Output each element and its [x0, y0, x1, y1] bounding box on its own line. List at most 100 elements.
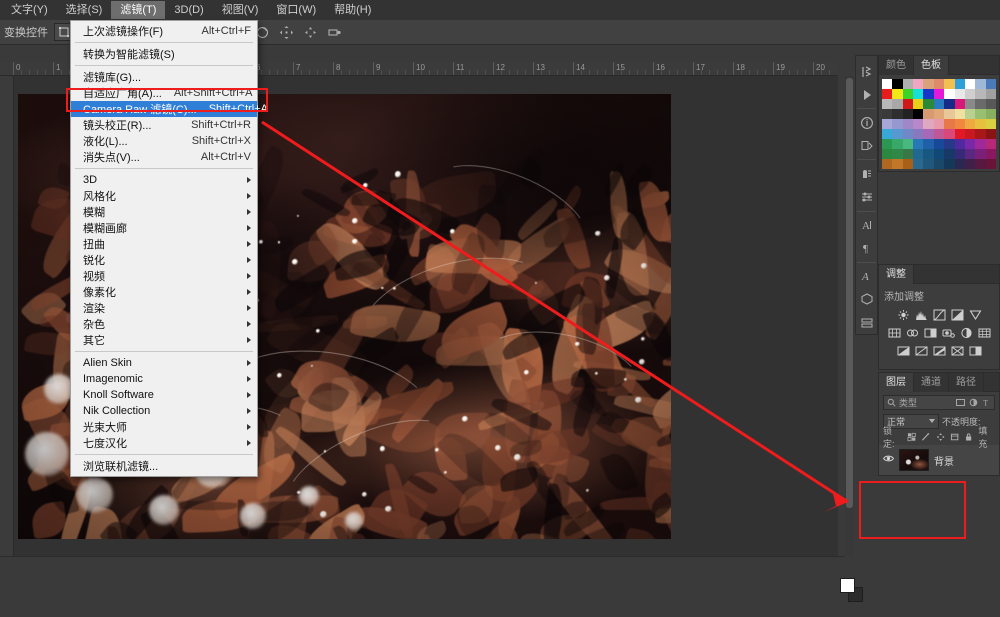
- color-swatch[interactable]: [944, 139, 955, 149]
- filter-pixel-icon[interactable]: [956, 398, 965, 407]
- color-swatch[interactable]: [954, 119, 965, 129]
- filter-adjustment-icon[interactable]: [969, 398, 978, 407]
- filter-menu-item-2-5[interactable]: 消失点(V)... Alt+Ctrl+V: [71, 149, 257, 165]
- color-swatch[interactable]: [964, 119, 976, 129]
- lock-all-icon[interactable]: [964, 432, 973, 442]
- filter-menu-item-3-8[interactable]: 渲染: [71, 300, 257, 316]
- color-swatch[interactable]: [882, 149, 893, 159]
- color-swatch[interactable]: [975, 159, 986, 169]
- color-swatch[interactable]: [954, 159, 965, 169]
- color-swatch[interactable]: [944, 159, 955, 169]
- color-swatch[interactable]: [933, 99, 945, 109]
- scale-3d-icon[interactable]: [327, 25, 342, 40]
- color-swatch[interactable]: [892, 139, 903, 149]
- adjustments-icon[interactable]: [856, 162, 877, 185]
- vibrance-icon[interactable]: [968, 308, 982, 321]
- curves-icon[interactable]: [932, 308, 946, 321]
- actions-play-icon[interactable]: [856, 83, 877, 106]
- color-swatch[interactable]: [964, 149, 976, 159]
- color-swatch[interactable]: [964, 89, 976, 99]
- color-swatch[interactable]: [933, 139, 945, 149]
- libraries-icon[interactable]: [856, 134, 877, 157]
- color-swatch[interactable]: [985, 139, 996, 149]
- filter-menu-item-5-0[interactable]: 浏览联机滤镜...: [71, 458, 257, 474]
- threshold-icon[interactable]: [932, 344, 946, 357]
- filter-menu-dropdown[interactable]: 上次滤镜操作(F) Alt+Ctrl+F 转换为智能滤镜(S) 滤镜库(G)... 自适…: [70, 20, 268, 477]
- menu-item-2[interactable]: 滤镜(T): [111, 1, 166, 19]
- color-swatch[interactable]: [913, 119, 924, 129]
- brightness-contrast-icon[interactable]: [896, 308, 910, 321]
- color-swatch[interactable]: [902, 109, 914, 119]
- color-swatch[interactable]: [902, 149, 914, 159]
- filter-menu-item-2-0[interactable]: 滤镜库(G)...: [71, 69, 257, 85]
- color-swatch[interactable]: [902, 99, 914, 109]
- color-swatch[interactable]: [985, 99, 996, 109]
- color-swatch[interactable]: [913, 129, 924, 139]
- color-swatch[interactable]: [933, 159, 945, 169]
- color-swatch[interactable]: [882, 79, 893, 89]
- properties-sliders-icon[interactable]: [856, 185, 877, 208]
- 3d-icon[interactable]: [856, 288, 877, 311]
- color-swatch[interactable]: [975, 139, 986, 149]
- color-swatch[interactable]: [902, 89, 914, 99]
- color-swatch[interactable]: [923, 79, 934, 89]
- menu-item-3[interactable]: 3D(D): [165, 1, 212, 19]
- filter-type-icon[interactable]: T: [982, 398, 991, 408]
- color-swatch[interactable]: [923, 89, 934, 99]
- tab-color-0[interactable]: 颜色: [879, 56, 914, 75]
- lock-image-icon[interactable]: [921, 432, 930, 442]
- color-swatch[interactable]: [975, 89, 986, 99]
- color-swatch[interactable]: [954, 139, 965, 149]
- tab-color-1[interactable]: 色板: [914, 56, 949, 75]
- color-swatch[interactable]: [933, 129, 945, 139]
- color-swatch[interactable]: [964, 79, 976, 89]
- color-swatch[interactable]: [923, 159, 934, 169]
- color-swatch[interactable]: [882, 159, 893, 169]
- color-swatch[interactable]: [902, 79, 914, 89]
- color-swatch[interactable]: [954, 89, 965, 99]
- tab-layers-1[interactable]: 通道: [914, 373, 949, 392]
- color-swatch[interactable]: [923, 99, 934, 109]
- color-swatch[interactable]: [913, 109, 924, 119]
- color-swatch[interactable]: [902, 159, 914, 169]
- color-swatch[interactable]: [954, 99, 965, 109]
- color-swatch[interactable]: [913, 149, 924, 159]
- lock-transparency-icon[interactable]: [907, 432, 916, 442]
- color-swatch[interactable]: [964, 139, 976, 149]
- color-swatch[interactable]: [892, 119, 903, 129]
- color-swatch[interactable]: [944, 109, 955, 119]
- styles-icon[interactable]: A: [856, 265, 877, 288]
- filter-menu-item-3-0[interactable]: 3D: [71, 172, 257, 188]
- color-swatch[interactable]: [913, 139, 924, 149]
- filter-menu-item-2-4[interactable]: 液化(L)... Shift+Ctrl+X: [71, 133, 257, 149]
- gradient-map-icon[interactable]: [950, 344, 964, 357]
- color-swatch[interactable]: [892, 109, 903, 119]
- filter-menu-item-1-0[interactable]: 转换为智能滤镜(S): [71, 46, 257, 62]
- color-swatch[interactable]: [913, 89, 924, 99]
- color-swatch[interactable]: [892, 79, 903, 89]
- scrollbar-thumb[interactable]: [846, 78, 853, 508]
- color-swatch[interactable]: [964, 109, 976, 119]
- levels-icon[interactable]: [914, 308, 928, 321]
- menu-item-5[interactable]: 窗口(W): [267, 1, 325, 19]
- selective-color-icon[interactable]: [968, 344, 982, 357]
- color-swatch[interactable]: [902, 139, 914, 149]
- filter-menu-item-4-3[interactable]: Nik Collection: [71, 403, 257, 419]
- filter-menu-item-2-3[interactable]: 镜头校正(R)... Shift+Ctrl+R: [71, 117, 257, 133]
- info-icon[interactable]: [856, 111, 877, 134]
- photo-filter-icon[interactable]: [941, 326, 955, 339]
- filter-menu-item-3-7[interactable]: 像素化: [71, 284, 257, 300]
- menu-item-0[interactable]: 文字(Y): [2, 1, 57, 19]
- canvas-vertical-scrollbar[interactable]: [845, 76, 854, 556]
- filter-menu-item-4-0[interactable]: Alien Skin: [71, 355, 257, 371]
- color-swatch[interactable]: [975, 109, 986, 119]
- hue-saturation-icon[interactable]: [887, 326, 901, 339]
- color-swatch[interactable]: [902, 129, 914, 139]
- color-swatch[interactable]: [954, 129, 965, 139]
- color-swatch[interactable]: [954, 109, 965, 119]
- filter-menu-item-3-5[interactable]: 锐化: [71, 252, 257, 268]
- color-swatch[interactable]: [923, 139, 934, 149]
- filter-menu-item-4-1[interactable]: Imagenomic: [71, 371, 257, 387]
- foreground-background-colors[interactable]: [840, 578, 866, 604]
- paragraph-icon[interactable]: ¶: [856, 237, 877, 260]
